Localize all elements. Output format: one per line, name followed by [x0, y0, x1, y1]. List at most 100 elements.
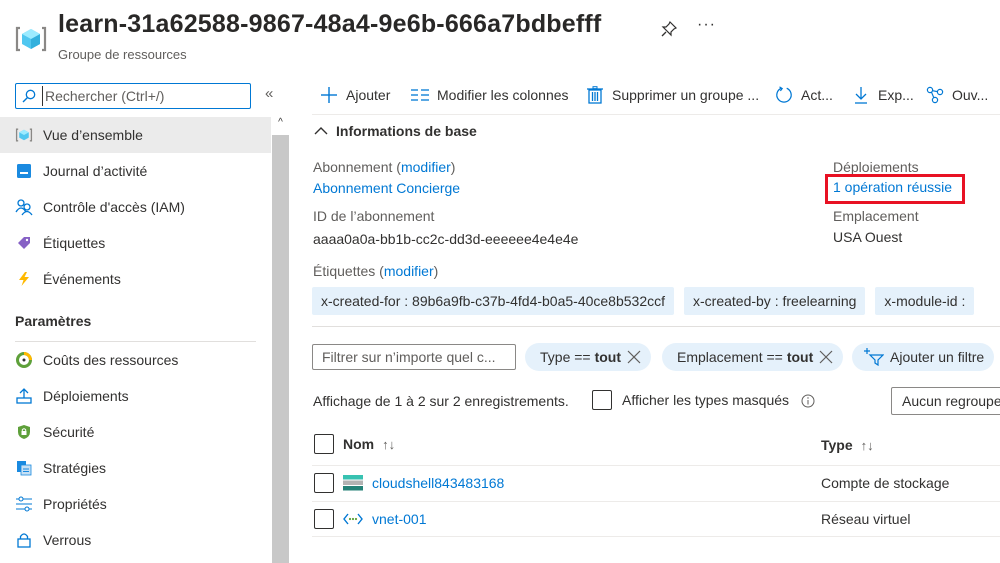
refresh-icon	[775, 86, 793, 104]
records-count: Affichage de 1 à 2 sur 2 enregistrements…	[313, 393, 569, 409]
modify-tags-link[interactable]: modifier	[384, 263, 434, 279]
properties-icon	[15, 495, 33, 513]
sidebar-item-events[interactable]: Événements	[0, 261, 271, 297]
command-bar: Ajouter Modifier les colonnes Supprimer …	[312, 75, 1000, 115]
sidebar-item-tags[interactable]: Étiquettes	[0, 225, 271, 261]
essentials-toggle[interactable]: Informations de base	[314, 123, 477, 139]
lightning-icon	[15, 270, 33, 288]
resource-name-link[interactable]: vnet-001	[343, 511, 426, 527]
resource-name: vnet-001	[372, 511, 427, 527]
resource-type: Compte de stockage	[821, 475, 950, 491]
sidebar-item-label: Contrôle d'accès (IAM)	[43, 199, 185, 215]
add-button[interactable]: Ajouter	[320, 83, 390, 107]
sidebar-search-input[interactable]	[42, 86, 247, 106]
sidebar-item-security[interactable]: Sécurité	[0, 414, 271, 450]
upload-icon	[15, 387, 33, 405]
grouping-dropdown[interactable]: Aucun regroupement	[891, 387, 1000, 415]
download-icon	[852, 86, 870, 104]
lock-icon	[15, 531, 33, 549]
row-checkbox[interactable]	[314, 509, 334, 529]
sidebar-item-label: Événements	[43, 271, 121, 287]
sidebar-item-label: Coûts des ressources	[43, 352, 179, 368]
scroll-up-arrow-icon[interactable]: ^	[271, 117, 290, 135]
close-icon[interactable]	[819, 350, 833, 364]
sidebar-item-locks[interactable]: Verrous	[0, 522, 271, 558]
more-icon[interactable]: ···	[697, 16, 716, 34]
collapse-sidebar-button[interactable]: «	[265, 85, 273, 102]
tag-chip[interactable]: x-created-by : freelearning	[684, 287, 866, 315]
trash-icon	[586, 86, 604, 104]
sidebar-item-resource-costs[interactable]: Coûts des ressources	[0, 342, 271, 378]
close-icon[interactable]	[627, 350, 641, 364]
section-divider	[312, 326, 1000, 327]
sort-icon[interactable]: ↑↓	[382, 437, 395, 452]
add-filter-button[interactable]: Ajouter un filtre	[852, 343, 995, 371]
filter-input[interactable]	[312, 344, 516, 370]
sidebar-nav: Vue d’ensemble Journal d’activité Contrô…	[0, 117, 271, 558]
policy-icon	[15, 459, 33, 477]
tags-label: Étiquettes (modifier)	[313, 263, 439, 279]
sidebar-item-label: Stratégies	[43, 460, 107, 476]
column-header-name[interactable]: Nom ↑↓	[343, 436, 395, 452]
sidebar-item-properties[interactable]: Propriétés	[0, 486, 271, 522]
scrollbar-thumb[interactable]	[272, 135, 289, 563]
resource-group-icon	[15, 26, 47, 52]
main-content: Ajouter Modifier les colonnes Supprimer …	[290, 75, 1000, 563]
page-subtitle: Groupe de ressources	[58, 47, 187, 62]
sidebar-item-activity-log[interactable]: Journal d’activité	[0, 153, 271, 189]
refresh-button[interactable]: Act...	[775, 83, 833, 107]
sidebar-item-label: Journal d’activité	[43, 163, 148, 179]
row-checkbox[interactable]	[314, 473, 334, 493]
button-label: Supprimer un groupe ...	[612, 87, 760, 103]
row-divider	[312, 536, 1000, 537]
resource-type: Réseau virtuel	[821, 511, 911, 527]
type-filter-pill[interactable]: Type == tout	[525, 343, 652, 371]
row-divider	[312, 501, 1000, 502]
tag-icon	[15, 234, 33, 252]
share-icon	[926, 86, 944, 104]
subscription-link[interactable]: Abonnement Concierge	[313, 180, 460, 196]
page-title: learn-31a62588-9867-48a4-9e6b-666a7bdbef…	[58, 10, 602, 38]
sidebar-item-policies[interactable]: Stratégies	[0, 450, 271, 486]
pin-icon[interactable]	[660, 20, 678, 38]
filter-value: tout	[594, 349, 622, 365]
show-hidden-types-label: Afficher les types masqués	[622, 392, 790, 408]
delete-resource-group-button[interactable]: Supprimer un groupe ...	[586, 83, 759, 107]
sort-icon[interactable]: ↑↓	[861, 438, 874, 453]
info-icon[interactable]	[801, 394, 815, 408]
sidebar-scrollbar[interactable]: ^	[271, 117, 290, 563]
column-header-type[interactable]: Type ↑↓	[821, 437, 874, 453]
subscription-id-label: ID de l’abonnement	[313, 208, 435, 224]
sidebar-item-label: Verrous	[43, 532, 92, 548]
resource-name-link[interactable]: cloudshell843483168	[343, 475, 504, 491]
location-label: Emplacement	[833, 208, 919, 224]
activity-log-icon	[15, 162, 33, 180]
sidebar-item-overview[interactable]: Vue d’ensemble	[0, 117, 271, 153]
tag-chip[interactable]: x-created-for : 89b6a9fb-c37b-4fd4-b0a5-…	[312, 287, 674, 315]
export-button[interactable]: Exp...	[852, 83, 914, 107]
filter-prefix: Type ==	[540, 349, 591, 365]
location-filter-pill[interactable]: Emplacement == tout	[662, 343, 844, 371]
subscription-id-value: aaaa0a0a-bb1b-cc2c-dd3d-eeeeee4e4e4e	[313, 231, 579, 247]
modify-subscription-link[interactable]: modifier	[401, 159, 451, 175]
highlight-annotation	[825, 174, 965, 204]
show-hidden-types-checkbox[interactable]	[592, 390, 612, 410]
select-all-checkbox[interactable]	[314, 434, 334, 454]
search-icon	[22, 89, 36, 103]
open-button[interactable]: Ouv...	[926, 83, 988, 107]
sidebar-search[interactable]	[15, 83, 251, 109]
storage-account-icon	[343, 475, 363, 491]
page-header: learn-31a62588-9867-48a4-9e6b-666a7bdbef…	[0, 0, 1000, 75]
column-label: Nom	[343, 436, 375, 452]
filter-prefix: Emplacement ==	[677, 349, 783, 365]
button-label: Modifier les colonnes	[437, 87, 569, 103]
settings-section-title: Paramètres	[15, 313, 92, 329]
shield-icon	[15, 423, 33, 441]
edit-columns-button[interactable]: Modifier les colonnes	[411, 83, 569, 107]
sidebar-item-label: Propriétés	[43, 496, 107, 512]
sidebar-item-deployments[interactable]: Déploiements	[0, 378, 271, 414]
sidebar: « Vue d’ensemble Journal d’activité	[0, 75, 290, 563]
button-label: Ouv...	[952, 87, 989, 103]
tag-chip[interactable]: x-module-id :	[875, 287, 975, 315]
sidebar-item-iam[interactable]: Contrôle d'accès (IAM)	[0, 189, 271, 225]
